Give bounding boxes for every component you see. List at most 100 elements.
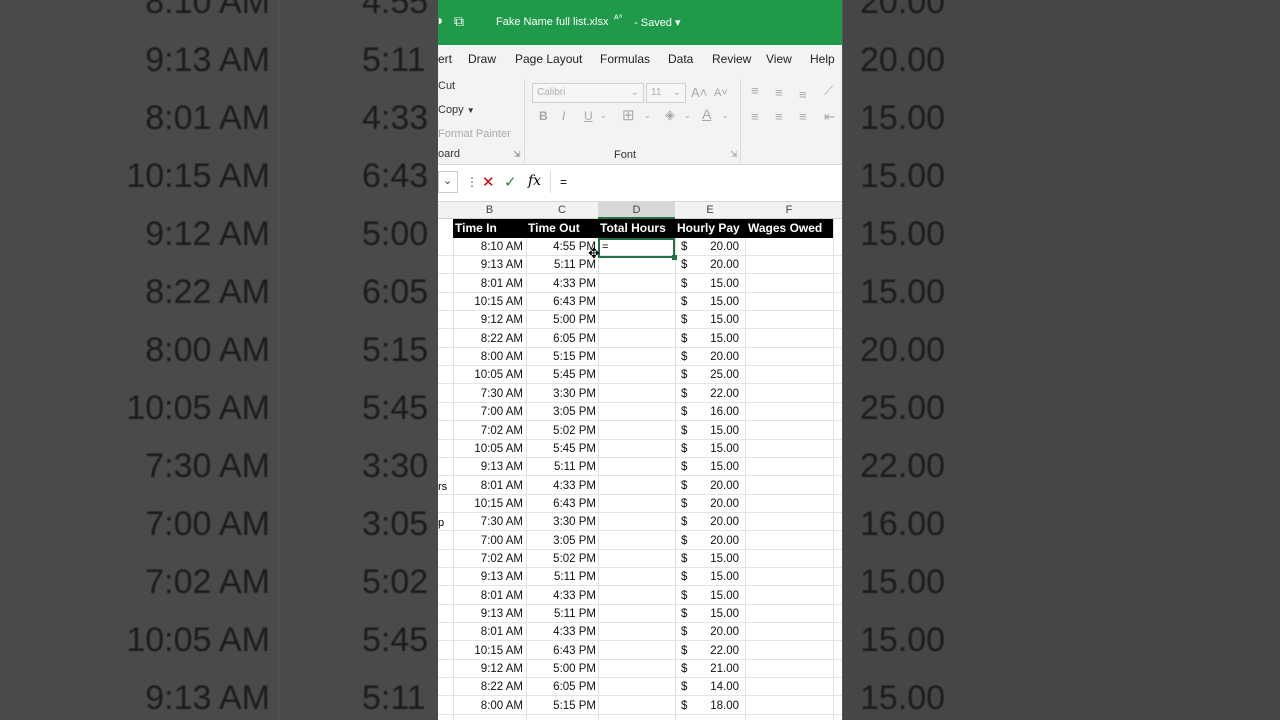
align-middle-icon[interactable]: ≡ — [775, 85, 783, 100]
fill-color-icon[interactable]: ◈ — [665, 107, 675, 123]
column-header-e[interactable]: E — [675, 204, 745, 216]
tab-view[interactable]: View — [766, 52, 792, 66]
more-options-icon[interactable]: ⋮ — [466, 175, 478, 189]
cell-hourly-pay[interactable]: 20.00 — [675, 259, 739, 271]
indent-icon[interactable]: ⇤ — [824, 109, 835, 125]
font-color-icon[interactable]: A — [702, 106, 711, 122]
cell-time-out[interactable]: 3:30 PM — [526, 516, 596, 528]
font-size-select[interactable]: 11 ⌄ — [646, 83, 686, 103]
cell-hourly-pay[interactable]: 15.00 — [675, 333, 739, 345]
cell-hourly-pay[interactable]: 15.00 — [675, 296, 739, 308]
cell-time-out[interactable]: 5:00 PM — [526, 663, 596, 675]
active-cell-d2[interactable]: = — [598, 238, 677, 260]
dialog-launcher-icon[interactable]: ⇲ — [513, 149, 521, 160]
cell-time-out[interactable]: 5:45 PM — [526, 369, 596, 381]
cell-time-out[interactable]: 5:11 PM — [526, 571, 596, 583]
align-left-icon[interactable]: ≡ — [751, 109, 759, 124]
cell-hourly-pay[interactable]: 20.00 — [675, 535, 739, 547]
cell-time-out[interactable]: 6:05 PM — [526, 681, 596, 693]
chevron-down-icon[interactable]: ⌄ — [443, 174, 452, 187]
cell-hourly-pay[interactable]: 20.00 — [675, 516, 739, 528]
column-header-c[interactable]: C — [526, 204, 598, 216]
cell-time-in[interactable]: 8:22 AM — [453, 681, 523, 693]
format-painter-button[interactable]: Format Painter — [438, 128, 511, 140]
chevron-down-icon[interactable]: ⌄ — [722, 111, 729, 120]
cell-time-out[interactable]: 3:30 PM — [526, 388, 596, 400]
cell-time-out[interactable]: 5:11 PM — [526, 259, 596, 271]
cell-time-in[interactable]: 9:12 AM — [453, 663, 523, 675]
cell-time-out[interactable]: 5:02 PM — [526, 425, 596, 437]
tab-review[interactable]: Review — [712, 52, 751, 66]
tab-page-layout[interactable]: Page Layout — [515, 52, 582, 66]
cell-time-in[interactable]: 8:00 AM — [453, 700, 523, 712]
cell-time-in[interactable]: 7:30 AM — [453, 388, 523, 400]
bold-icon[interactable]: B — [539, 109, 548, 123]
cell-time-out[interactable]: 5:11 PM — [526, 461, 596, 473]
cell-time-out[interactable]: 5:15 PM — [526, 351, 596, 363]
tab-help[interactable]: Help — [810, 52, 835, 66]
cell-time-out[interactable]: 5:11 PM — [526, 608, 596, 620]
cell-hourly-pay[interactable]: 15.00 — [675, 278, 739, 290]
cell-hourly-pay[interactable]: 15.00 — [675, 590, 739, 602]
cell-hourly-pay[interactable]: 15.00 — [675, 461, 739, 473]
autosave-icon[interactable]: ⧉ — [454, 13, 464, 30]
cell-hourly-pay[interactable]: 21.00 — [675, 663, 739, 675]
cell-hourly-pay[interactable]: 18.00 — [675, 700, 739, 712]
tab-data[interactable]: Data — [668, 52, 693, 66]
align-bottom-icon[interactable]: ≡ — [799, 87, 807, 102]
cell-time-in[interactable]: 7:02 AM — [453, 553, 523, 565]
cell-hourly-pay[interactable]: 15.00 — [675, 608, 739, 620]
copy-button[interactable]: Copy ▼ — [438, 104, 475, 116]
cell-time-in[interactable]: 9:13 AM — [453, 608, 523, 620]
insert-function-icon[interactable]: fx — [528, 173, 541, 189]
cancel-icon[interactable]: ✕ — [482, 173, 495, 191]
cell-time-in[interactable]: 9:13 AM — [453, 461, 523, 473]
cell-time-out[interactable]: 5:00 PM — [526, 314, 596, 326]
cell-time-in[interactable]: 10:15 AM — [453, 498, 523, 510]
header-time-out[interactable]: Time Out — [528, 221, 580, 235]
column-header-d[interactable]: D — [598, 202, 675, 219]
cell-time-in[interactable]: 7:00 AM — [453, 535, 523, 547]
cell-time-out[interactable]: 5:02 PM — [526, 553, 596, 565]
saved-status[interactable]: - Saved ▾ — [634, 16, 681, 29]
cell-time-in[interactable]: 10:05 AM — [453, 369, 523, 381]
cell-hourly-pay[interactable]: 15.00 — [675, 443, 739, 455]
font-name-select[interactable]: Calibri ⌄ — [532, 83, 644, 103]
increase-font-icon[interactable]: A˄ — [691, 85, 707, 100]
cell-time-out[interactable]: 3:05 PM — [526, 535, 596, 547]
orientation-icon[interactable]: ⟋ — [824, 83, 833, 99]
header-wages-owed[interactable]: Wages Owed — [748, 221, 822, 235]
cell-time-in[interactable]: 8:01 AM — [453, 590, 523, 602]
cell-time-out[interactable]: 6:05 PM — [526, 333, 596, 345]
cell-hourly-pay[interactable]: 25.00 — [675, 369, 739, 381]
cell-time-in[interactable]: 9:12 AM — [453, 314, 523, 326]
cell-time-out[interactable]: 3:05 PM — [526, 406, 596, 418]
cell-hourly-pay[interactable]: 14.00 — [675, 681, 739, 693]
cell-hourly-pay[interactable]: 15.00 — [675, 553, 739, 565]
cell-time-out[interactable]: 4:33 PM — [526, 278, 596, 290]
cell-time-out[interactable]: 6:43 PM — [526, 498, 596, 510]
document-title[interactable]: Fake Name full list.xlsx — [496, 16, 608, 28]
cell-hourly-pay[interactable]: 16.00 — [675, 406, 739, 418]
chevron-down-icon[interactable]: ⌄ — [600, 111, 607, 120]
cell-hourly-pay[interactable]: 20.00 — [675, 241, 739, 253]
cell-time-out[interactable]: 4:33 PM — [526, 590, 596, 602]
borders-icon[interactable]: ⊞ — [622, 106, 635, 124]
cell-time-in[interactable]: 8:00 AM — [453, 351, 523, 363]
column-header-b[interactable]: B — [453, 204, 526, 216]
align-top-icon[interactable]: ≡ — [751, 83, 759, 98]
cell-hourly-pay[interactable]: 20.00 — [675, 626, 739, 638]
cell-time-in[interactable]: 8:01 AM — [453, 278, 523, 290]
tab-draw[interactable]: Draw — [468, 52, 496, 66]
cell-time-in[interactable]: 8:22 AM — [453, 333, 523, 345]
cell-time-out[interactable]: 5:45 PM — [526, 443, 596, 455]
cell-time-out[interactable]: 4:33 PM — [526, 626, 596, 638]
cell-time-out[interactable]: 4:33 PM — [526, 480, 596, 492]
cell-time-in[interactable]: 10:15 AM — [453, 645, 523, 657]
align-center-icon[interactable]: ≡ — [775, 109, 783, 124]
header-time-in[interactable]: Time In — [455, 221, 497, 235]
tab-formulas[interactable]: Formulas — [600, 52, 650, 66]
cell-hourly-pay[interactable]: 15.00 — [675, 314, 739, 326]
cell-time-out[interactable]: 4:55 PM — [526, 241, 596, 253]
cell-time-in[interactable]: 9:13 AM — [453, 259, 523, 271]
